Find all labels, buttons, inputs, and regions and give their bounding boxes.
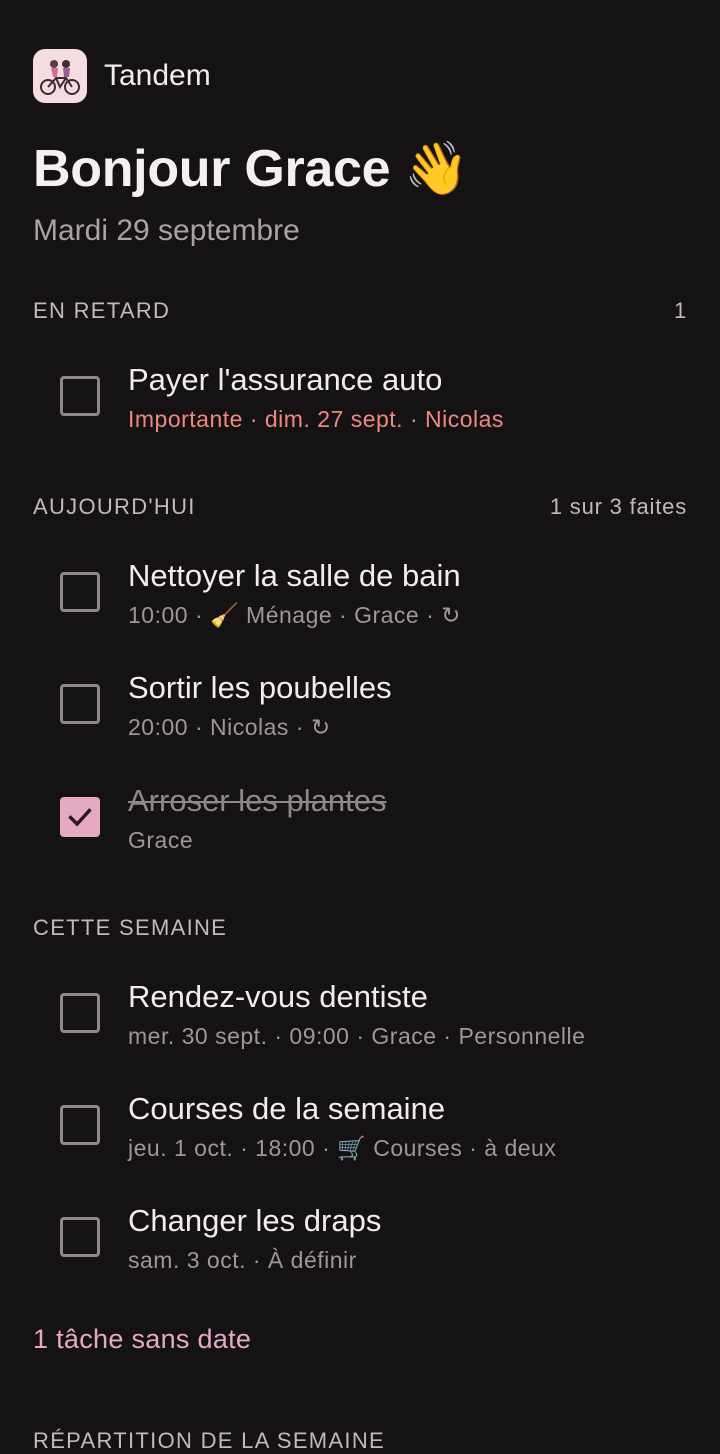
task-item[interactable]: Courses de la semaine jeu. 1 oct. · 18:0…: [60, 1091, 687, 1181]
current-date: Mardi 29 septembre: [33, 214, 300, 247]
task-meta: jeu. 1 oct. · 18:00 · 🛒 Courses · à deux: [128, 1135, 556, 1162]
task-checkbox-checked[interactable]: [60, 797, 100, 837]
undated-tasks-link[interactable]: 1 tâche sans date: [33, 1324, 251, 1355]
task-meta: 20:00 · Nicolas · ↻: [128, 714, 331, 741]
task-meta: mer. 30 sept. · 09:00 · Grace · Personne…: [128, 1023, 586, 1049]
task-checkbox[interactable]: [60, 572, 100, 612]
task-meta-time: jeu. 1 oct. · 18:00 ·: [128, 1135, 338, 1161]
checkmark-icon: [68, 808, 92, 827]
section-title: AUJOURD'HUI: [33, 494, 196, 519]
task-meta-time: 10:00 ·: [128, 602, 210, 628]
task-checkbox[interactable]: [60, 1217, 100, 1257]
section-header-overdue: EN RETARD 1: [33, 298, 687, 324]
task-title: Rendez-vous dentiste: [128, 979, 428, 1014]
task-meta: sam. 3 oct. · À définir: [128, 1247, 357, 1273]
tandem-bike-icon: [33, 49, 87, 103]
page-title: Bonjour Grace 👋: [33, 138, 469, 199]
section-count: 1: [673, 298, 687, 323]
task-item[interactable]: Changer les draps sam. 3 oct. · À défini…: [60, 1203, 687, 1293]
repeat-icon: ↻: [441, 602, 461, 628]
greeting-text: Bonjour Grace: [33, 140, 391, 198]
task-title: Courses de la semaine: [128, 1091, 446, 1126]
task-meta-details: 20:00 · Nicolas ·: [128, 714, 311, 740]
waving-hand-icon: 👋: [404, 140, 469, 198]
task-title: Sortir les poubelles: [128, 670, 392, 705]
task-item[interactable]: Payer l'assurance auto Importante · dim.…: [60, 362, 687, 452]
task-item[interactable]: Rendez-vous dentiste mer. 30 sept. · 09:…: [60, 979, 687, 1069]
task-meta-details: Courses · à deux: [366, 1135, 557, 1161]
task-checkbox[interactable]: [60, 684, 100, 724]
task-checkbox[interactable]: [60, 376, 100, 416]
task-title: Nettoyer la salle de bain: [128, 558, 461, 593]
app-header: Tandem: [33, 49, 211, 103]
section-header-week: CETTE SEMAINE: [33, 915, 687, 941]
repeat-icon: ↻: [310, 714, 331, 740]
task-item[interactable]: Arroser les plantes Grace: [60, 783, 687, 873]
broom-icon: 🧹: [210, 602, 240, 628]
task-meta: Grace: [128, 827, 194, 853]
section-title: EN RETARD: [33, 298, 171, 323]
task-title: Changer les draps: [128, 1203, 382, 1238]
section-progress: 1 sur 3 faites: [549, 494, 687, 519]
section-title: CETTE SEMAINE: [33, 915, 228, 940]
section-header-today: AUJOURD'HUI 1 sur 3 faites: [33, 494, 687, 520]
task-checkbox[interactable]: [60, 1105, 100, 1145]
task-meta: 10:00 · 🧹 Ménage · Grace · ↻: [128, 602, 461, 629]
task-meta-details: Ménage · Grace ·: [239, 602, 442, 628]
task-item[interactable]: Nettoyer la salle de bain 10:00 · 🧹 Ména…: [60, 558, 687, 648]
task-checkbox[interactable]: [60, 993, 100, 1033]
task-meta: Importante · dim. 27 sept. · Nicolas: [128, 406, 504, 432]
task-title: Payer l'assurance auto: [128, 362, 443, 397]
task-item[interactable]: Sortir les poubelles 20:00 · Nicolas · ↻: [60, 670, 687, 760]
shopping-cart-icon: 🛒: [337, 1135, 367, 1161]
app-name: Tandem: [104, 59, 211, 92]
section-header-breakdown: RÉPARTITION DE LA SEMAINE: [33, 1428, 385, 1453]
task-title: Arroser les plantes: [128, 783, 387, 818]
